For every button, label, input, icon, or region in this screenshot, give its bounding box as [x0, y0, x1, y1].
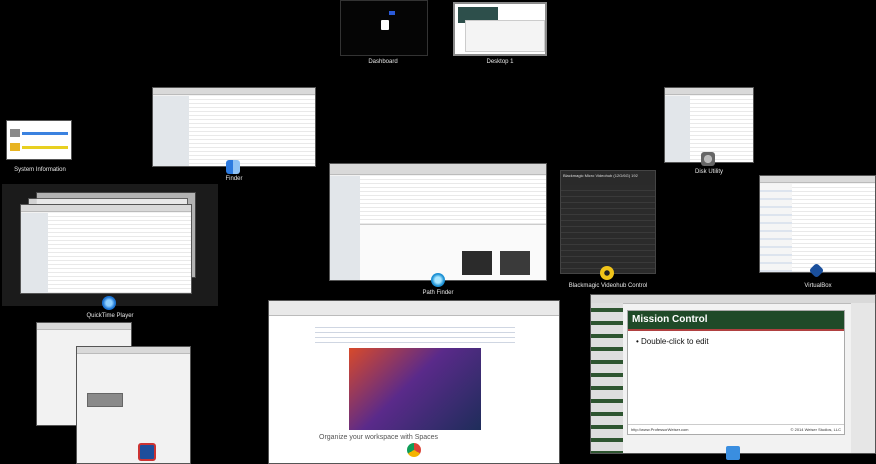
desktop-1-window-preview-2: [465, 20, 545, 52]
space-label-desktop-1: Desktop 1: [486, 59, 514, 65]
keynote-slide-navigator: [591, 303, 623, 453]
keynote-slide-bullet[interactable]: • Double-click to edit: [636, 337, 709, 346]
chrome-page-text-lines: [315, 323, 515, 343]
disk-utility-sidebar: [665, 96, 691, 162]
window-label-system-information: System Information: [14, 167, 66, 173]
space-dashboard-thumbnail[interactable]: [340, 0, 428, 56]
dashboard-widget-icon-small: [389, 11, 395, 15]
keynote-bullet-text: Double-click to edit: [641, 337, 709, 346]
space-desktop-1-thumbnail[interactable]: [453, 2, 547, 56]
finder-file-list: [188, 96, 315, 166]
virtualbox-titlebar: [760, 176, 875, 183]
quicktime-player-icon: [102, 296, 116, 310]
window-label-disk-utility: Disk Utility: [695, 169, 723, 175]
blackmagic-routing-list: [561, 185, 655, 273]
window-label-quicktime-player: QuickTime Player: [86, 313, 134, 319]
keynote-footer-left: http://www.ProfessorWeiser.com: [631, 427, 689, 432]
drive-icon: [10, 129, 20, 137]
keynote-slide-title: Mission Control: [632, 314, 708, 325]
virtualbox-vm-list: [760, 184, 794, 272]
finder-titlebar: [153, 88, 315, 95]
chrome-icon: [407, 443, 421, 457]
path-finder-titlebar: [330, 164, 546, 175]
chrome-toolbar: [269, 301, 559, 316]
path-finder-info-pane: [360, 224, 546, 280]
path-finder-window[interactable]: [329, 163, 547, 281]
drive-icon-2: [10, 143, 20, 151]
keynote-slide-title-bar: Mission Control: [628, 311, 844, 331]
storage-bar-2: [22, 146, 68, 149]
keynote-toolbar: [591, 295, 875, 304]
window-label-virtualbox: VirtualBox: [804, 283, 832, 289]
finder-sidebar: [153, 96, 190, 166]
storage-bar: [22, 132, 68, 135]
app-window-front[interactable]: [76, 346, 191, 464]
keynote-slide-canvas: Mission Control • Double-click to edit h…: [627, 310, 845, 435]
disk-utility-content: [689, 96, 753, 162]
keynote-window[interactable]: Mission Control • Double-click to edit h…: [590, 294, 876, 454]
keynote-inspector: [851, 303, 875, 453]
virtualbox-details: [792, 184, 875, 272]
window-label-path-finder: Path Finder: [422, 290, 454, 296]
path-finder-thumbnail-1: [462, 251, 493, 275]
virtualbox-window[interactable]: [759, 175, 876, 273]
chrome-screenshot-image: [349, 348, 481, 430]
blackmagic-videohub-window[interactable]: Blackmagic Micro Videohub (12G/6G) 192: [560, 170, 656, 274]
chrome-window[interactable]: Organize your workspace with Spaces: [268, 300, 560, 464]
system-information-window[interactable]: [6, 120, 72, 160]
path-finder-thumbnail-2: [500, 251, 531, 275]
quicktime-player-window-stack[interactable]: [2, 184, 218, 306]
dashboard-widget-icon: [381, 20, 389, 30]
path-finder-icon: [431, 273, 445, 287]
blackmagic-icon: [600, 266, 614, 280]
keynote-slide-footer: http://www.ProfessorWeiser.com © 2014 We…: [628, 424, 844, 434]
app-icon: [138, 443, 156, 461]
finder-window[interactable]: [152, 87, 316, 167]
chrome-page-heading: Organize your workspace with Spaces: [319, 434, 439, 441]
window-label-blackmagic: Blackmagic Videohub Control: [568, 283, 648, 289]
blackmagic-title: Blackmagic Micro Videohub (12G/6G) 192: [563, 173, 638, 178]
keynote-footer-right: © 2014 Weiser Studios, LLC: [790, 427, 841, 432]
keynote-icon: [726, 446, 740, 460]
finder-icon: [226, 160, 240, 174]
window-label-finder: Finder: [225, 176, 243, 182]
disk-utility-titlebar: [665, 88, 753, 95]
app-dialog: [87, 393, 123, 407]
disk-utility-icon: [701, 152, 715, 166]
path-finder-sidebar: [330, 176, 362, 280]
space-label-dashboard: Dashboard: [368, 59, 398, 65]
path-finder-file-list: [360, 176, 546, 224]
quicktime-window-front: [20, 204, 192, 294]
